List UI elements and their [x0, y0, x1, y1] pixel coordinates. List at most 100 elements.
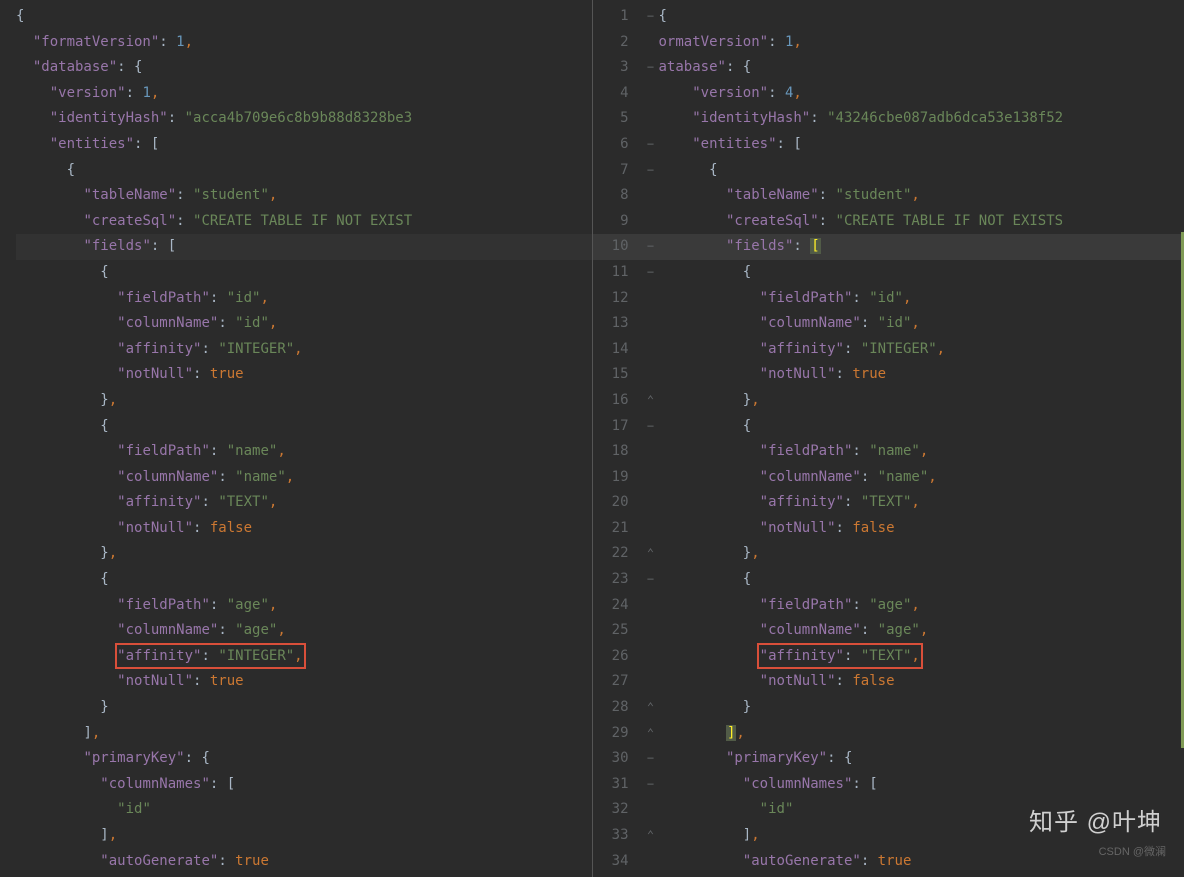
- code-line[interactable]: "version": 1,: [16, 81, 592, 107]
- line-number[interactable]: 20: [593, 490, 643, 516]
- line-number[interactable]: 22: [593, 541, 643, 567]
- code-line[interactable]: "columnName": "age",: [16, 618, 592, 644]
- code-line[interactable]: 4 "version": 4,: [593, 81, 1184, 107]
- code-line[interactable]: 17− {: [593, 414, 1184, 440]
- code-line[interactable]: "id": [16, 797, 592, 823]
- code-line[interactable]: 16⌃ },: [593, 388, 1184, 414]
- code-line[interactable]: "columnName": "name",: [16, 465, 592, 491]
- code-line[interactable]: "autoGenerate": true: [16, 849, 592, 875]
- line-number[interactable]: 19: [593, 465, 643, 491]
- line-number[interactable]: 28: [593, 695, 643, 721]
- code-line[interactable]: },: [16, 541, 592, 567]
- line-number[interactable]: 9: [593, 209, 643, 235]
- line-number[interactable]: 8: [593, 183, 643, 209]
- fold-icon[interactable]: −: [643, 4, 659, 30]
- code-line[interactable]: 9 "createSql": "CREATE TABLE IF NOT EXIS…: [593, 209, 1184, 235]
- code-line[interactable]: {: [16, 414, 592, 440]
- code-line[interactable]: 11− {: [593, 260, 1184, 286]
- code-line[interactable]: 2ormatVersion": 1,: [593, 30, 1184, 56]
- code-line[interactable]: 1−{: [593, 4, 1184, 30]
- code-line[interactable]: 30− "primaryKey": {: [593, 746, 1184, 772]
- line-number[interactable]: 3: [593, 55, 643, 81]
- code-line[interactable]: 26 "affinity": "TEXT",: [593, 644, 1184, 670]
- code-line[interactable]: "columnName": "id",: [16, 311, 592, 337]
- line-number[interactable]: 33: [593, 823, 643, 849]
- code-line[interactable]: 7− {: [593, 158, 1184, 184]
- code-line[interactable]: 15 "notNull": true: [593, 362, 1184, 388]
- line-number[interactable]: 12: [593, 286, 643, 312]
- fold-icon[interactable]: −: [643, 158, 659, 184]
- fold-icon[interactable]: −: [643, 567, 659, 593]
- code-line[interactable]: "fieldPath": "name",: [16, 439, 592, 465]
- code-line[interactable]: 23− {: [593, 567, 1184, 593]
- fold-icon[interactable]: −: [643, 132, 659, 158]
- line-number[interactable]: 34: [593, 849, 643, 875]
- line-number[interactable]: 13: [593, 311, 643, 337]
- fold-icon[interactable]: −: [643, 772, 659, 798]
- code-line[interactable]: 28⌃ }: [593, 695, 1184, 721]
- line-number[interactable]: 4: [593, 81, 643, 107]
- code-line[interactable]: "affinity": "INTEGER",: [16, 337, 592, 363]
- code-line[interactable]: "notNull": false: [16, 516, 592, 542]
- code-line[interactable]: 3−atabase": {: [593, 55, 1184, 81]
- line-number[interactable]: 30: [593, 746, 643, 772]
- code-line[interactable]: "identityHash": "acca4b709e6c8b9b88d8328…: [16, 106, 592, 132]
- code-line[interactable]: 24 "fieldPath": "age",: [593, 593, 1184, 619]
- code-line[interactable]: 21 "notNull": false: [593, 516, 1184, 542]
- fold-icon[interactable]: ⌃: [643, 721, 659, 747]
- line-number[interactable]: 15: [593, 362, 643, 388]
- code-left[interactable]: { "formatVersion": 1, "database": { "ver…: [0, 0, 592, 874]
- code-line[interactable]: {: [16, 260, 592, 286]
- code-line[interactable]: "notNull": true: [16, 362, 592, 388]
- code-line[interactable]: ],: [16, 721, 592, 747]
- fold-icon[interactable]: ⌃: [643, 541, 659, 567]
- line-number[interactable]: 7: [593, 158, 643, 184]
- code-line[interactable]: {: [16, 158, 592, 184]
- code-line[interactable]: "database": {: [16, 55, 592, 81]
- fold-icon[interactable]: −: [643, 260, 659, 286]
- code-line[interactable]: 25 "columnName": "age",: [593, 618, 1184, 644]
- code-line[interactable]: "entities": [: [16, 132, 592, 158]
- code-line[interactable]: 20 "affinity": "TEXT",: [593, 490, 1184, 516]
- line-number[interactable]: 18: [593, 439, 643, 465]
- code-line[interactable]: "primaryKey": {: [16, 746, 592, 772]
- code-line[interactable]: 14 "affinity": "INTEGER",: [593, 337, 1184, 363]
- code-line[interactable]: 13 "columnName": "id",: [593, 311, 1184, 337]
- code-line[interactable]: 29⌃ ],: [593, 721, 1184, 747]
- line-number[interactable]: 24: [593, 593, 643, 619]
- code-line[interactable]: 18 "fieldPath": "name",: [593, 439, 1184, 465]
- code-line[interactable]: "formatVersion": 1,: [16, 30, 592, 56]
- line-number[interactable]: 17: [593, 414, 643, 440]
- right-pane[interactable]: 1−{2ormatVersion": 1,3−atabase": {4 "ver…: [593, 0, 1184, 877]
- code-line[interactable]: "fieldPath": "id",: [16, 286, 592, 312]
- fold-icon[interactable]: ⌃: [643, 695, 659, 721]
- fold-icon[interactable]: ⌃: [643, 823, 659, 849]
- code-line[interactable]: "tableName": "student",: [16, 183, 592, 209]
- fold-icon[interactable]: −: [643, 55, 659, 81]
- code-line[interactable]: "fields": [: [16, 234, 592, 260]
- code-line[interactable]: 6− "entities": [: [593, 132, 1184, 158]
- code-line[interactable]: "affinity": "TEXT",: [16, 490, 592, 516]
- line-number[interactable]: 23: [593, 567, 643, 593]
- line-number[interactable]: 27: [593, 669, 643, 695]
- line-number[interactable]: 25: [593, 618, 643, 644]
- code-line[interactable]: "fieldPath": "age",: [16, 593, 592, 619]
- fold-icon[interactable]: −: [643, 746, 659, 772]
- code-line[interactable]: "affinity": "INTEGER",: [16, 644, 592, 670]
- code-line[interactable]: 22⌃ },: [593, 541, 1184, 567]
- line-number[interactable]: 14: [593, 337, 643, 363]
- fold-icon[interactable]: −: [643, 414, 659, 440]
- line-number[interactable]: 29: [593, 721, 643, 747]
- line-number[interactable]: 1: [593, 4, 643, 30]
- code-right[interactable]: 1−{2ormatVersion": 1,3−atabase": {4 "ver…: [593, 0, 1184, 874]
- code-line[interactable]: "notNull": true: [16, 669, 592, 695]
- line-number[interactable]: 31: [593, 772, 643, 798]
- line-number[interactable]: 2: [593, 30, 643, 56]
- code-line[interactable]: "columnNames": [: [16, 772, 592, 798]
- code-line[interactable]: 19 "columnName": "name",: [593, 465, 1184, 491]
- line-number[interactable]: 21: [593, 516, 643, 542]
- code-line[interactable]: },: [16, 388, 592, 414]
- line-number[interactable]: 5: [593, 106, 643, 132]
- code-line[interactable]: {: [16, 4, 592, 30]
- fold-icon[interactable]: −: [643, 234, 659, 260]
